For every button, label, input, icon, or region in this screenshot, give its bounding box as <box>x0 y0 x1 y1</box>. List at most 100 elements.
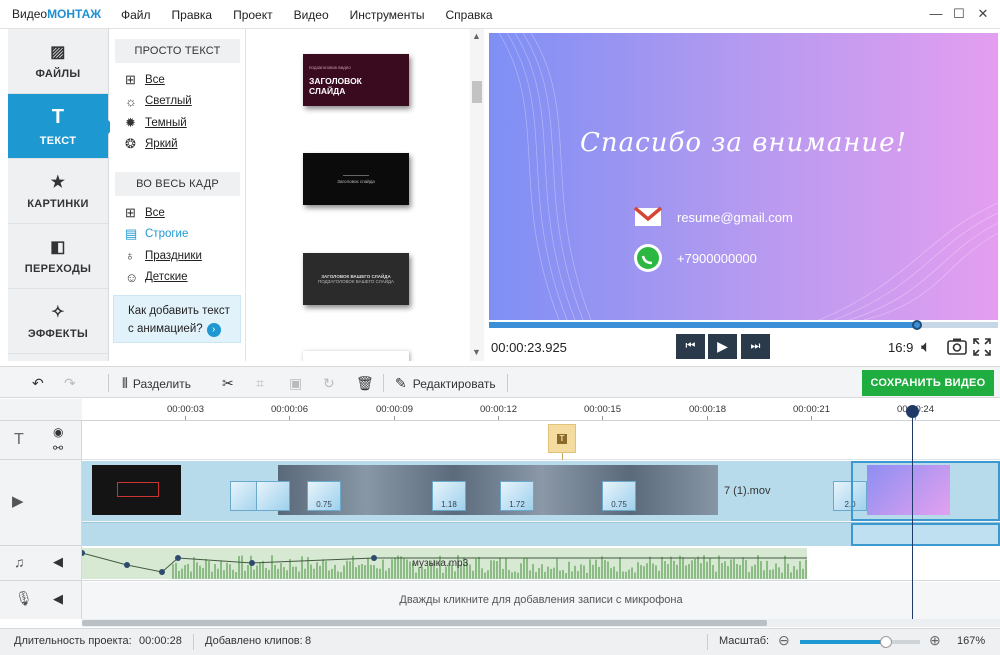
template-thumb[interactable] <box>303 351 409 361</box>
cat-all-1[interactable]: ⊞ Все <box>110 69 245 91</box>
tab-text[interactable]: T ТЕКСТ <box>8 94 115 159</box>
cat-dark[interactable]: ✹ Темный <box>110 112 245 134</box>
menu-help[interactable]: Справка <box>445 8 492 22</box>
minimize-icon[interactable]: — <box>928 6 944 21</box>
video-preview[interactable]: Спасибо за внимание! resume@gmail.com +7… <box>489 33 998 320</box>
zoom-slider[interactable] <box>800 636 920 648</box>
transition-marker[interactable] <box>256 481 290 511</box>
cut-icon[interactable]: ✂ <box>222 375 234 392</box>
undo-icon[interactable]: ↶ <box>32 375 44 392</box>
waveform-bar <box>400 556 402 579</box>
waveform-bar <box>454 571 456 579</box>
tab-pictures[interactable]: ★ КАРТИНКИ <box>8 159 108 224</box>
waveform-bar <box>763 570 765 579</box>
video-clip[interactable] <box>278 465 718 515</box>
menu-file[interactable]: Файл <box>121 8 151 22</box>
tab-files[interactable]: ▨ ФАЙЛЫ <box>8 29 108 94</box>
tab-transitions[interactable]: ◧ ПЕРЕХОДЫ <box>8 224 108 289</box>
waveform-bar <box>550 568 552 579</box>
frame-icon[interactable]: ▣ <box>289 375 302 392</box>
hscroll-thumb[interactable] <box>82 620 767 626</box>
prev-frame-button[interactable]: ⏮ <box>676 334 705 359</box>
toolbar-divider <box>507 374 508 392</box>
template-thumb[interactable]: ЗАГОЛОВОК ВАШЕГО СЛАЙДА ПОДЗАГОЛОВОК ВАШ… <box>303 253 409 305</box>
playhead-handle[interactable] <box>906 405 919 418</box>
cat-bright[interactable]: ❂ Яркий <box>110 134 245 156</box>
maximize-icon[interactable]: ☐ <box>951 6 967 22</box>
waveform-bar <box>652 563 654 579</box>
save-video-button[interactable]: СОХРАНИТЬ ВИДЕО <box>862 370 994 396</box>
split-button[interactable]: ⫴ Разделить <box>122 375 191 392</box>
waveform-bar <box>520 563 522 579</box>
template-thumb[interactable]: подзаголовок видео ЗАГОЛОВОК СЛАЙДА <box>303 54 409 106</box>
audio-track-header: ♫ ◀︎ <box>0 546 82 581</box>
crop-icon[interactable]: ⌗ <box>256 375 264 392</box>
menu-tools[interactable]: Инструменты <box>350 8 425 22</box>
close-icon[interactable]: ✕ <box>975 6 991 22</box>
eye-icon[interactable]: ◉ <box>53 425 63 439</box>
zoom-knob[interactable] <box>880 636 893 648</box>
waveform-bar <box>604 560 606 579</box>
link-icon[interactable]: ⚯ <box>53 441 63 455</box>
speaker-icon[interactable]: ◀︎ <box>53 554 63 570</box>
video-audio-row[interactable] <box>82 522 1000 546</box>
camera-icon[interactable] <box>947 337 967 355</box>
waveform-bar <box>655 565 657 579</box>
waveform-bar <box>292 566 294 579</box>
cat-holidays[interactable]: ♁ Праздники <box>110 245 245 267</box>
waveform-bar <box>298 571 300 579</box>
fullscreen-icon[interactable] <box>973 338 991 356</box>
text-track[interactable]: T <box>82 422 1000 460</box>
waveform-bar <box>616 571 618 579</box>
cat-strict[interactable]: ▤ Строгие <box>110 224 245 246</box>
transition-marker[interactable]: 1.72 <box>500 481 534 511</box>
template-thumb[interactable]: Заголовок слайда <box>303 153 409 205</box>
waveform-bar <box>295 566 297 579</box>
cat-kids[interactable]: ☺ Детские <box>110 267 245 289</box>
redo-icon[interactable]: ↷ <box>64 375 76 392</box>
rotate-icon[interactable]: ↻ <box>323 375 335 392</box>
text-clip[interactable]: T <box>548 424 576 453</box>
mic-track[interactable]: Дважды кликните для добавления записи с … <box>82 582 1000 619</box>
transition-marker[interactable]: 0.75 <box>602 481 636 511</box>
next-frame-button[interactable]: ⏭ <box>741 334 770 359</box>
gallery-scrollbar[interactable]: ▲ ▼ <box>470 29 484 361</box>
cat-light[interactable]: ☼ Светлый <box>110 91 245 113</box>
timeline-hscroll[interactable] <box>82 619 1000 627</box>
seek-knob[interactable] <box>911 320 922 330</box>
cat-all-2[interactable]: ⊞ Все <box>110 202 245 224</box>
help-link-box[interactable]: Как добавить текст с анимацией? › <box>113 295 241 343</box>
transition-marker[interactable]: 1.18 <box>432 481 466 511</box>
transition-marker[interactable]: 0.75 <box>307 481 341 511</box>
scroll-down-icon[interactable]: ▼ <box>472 347 481 357</box>
menu-video[interactable]: Видео <box>294 8 329 22</box>
waveform-bar <box>217 568 219 579</box>
video-track[interactable]: 0.75 1.18 1.72 0.75 2.0 7 (1).mov <box>82 461 1000 546</box>
zoom-out-icon[interactable]: ⊖ <box>778 632 790 649</box>
menu-edit[interactable]: Правка <box>172 8 213 22</box>
volume-icon[interactable]: 🔈︎ <box>921 337 931 357</box>
split-label: Разделить <box>132 376 192 391</box>
preview-email: resume@gmail.com <box>677 209 793 225</box>
scroll-up-icon[interactable]: ▲ <box>472 31 481 41</box>
waveform-bar <box>664 561 666 579</box>
waveform-bar <box>784 555 786 579</box>
scroll-thumb[interactable] <box>472 81 482 103</box>
aspect-ratio[interactable]: 16:9 <box>888 340 913 355</box>
tab-effects[interactable]: ✧ ЭФФЕКТЫ <box>8 289 108 354</box>
waveform-bar <box>745 560 747 579</box>
menu-project[interactable]: Проект <box>233 8 273 22</box>
video-clip[interactable] <box>92 465 181 515</box>
tab-label: ЭФФЕКТЫ <box>27 328 89 340</box>
audio-clip[interactable]: музыка.mp3 <box>82 548 807 579</box>
timeline-ruler[interactable]: 00:00:03 00:00:06 00:00:09 00:00:12 00:0… <box>82 399 1000 421</box>
audio-track[interactable]: музыка.mp3 <box>82 547 1000 581</box>
edit-button[interactable]: ✎ Редактировать <box>395 375 496 392</box>
waveform-bar <box>748 572 750 579</box>
play-button[interactable]: ▶ <box>708 334 737 359</box>
seek-bar[interactable] <box>489 320 998 330</box>
zoom-in-icon[interactable]: ⊕ <box>929 632 941 649</box>
speaker-icon[interactable]: ◀︎ <box>53 591 63 607</box>
delete-icon[interactable]: 🗑︎ <box>356 375 374 392</box>
waveform-bar <box>607 561 609 579</box>
